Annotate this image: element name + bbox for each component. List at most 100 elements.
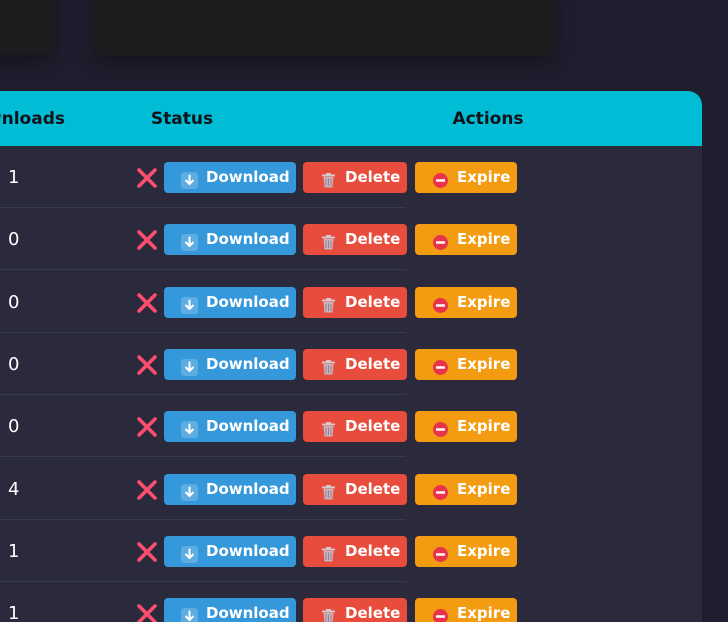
download-arrow-icon [181,418,198,439]
download-button[interactable]: Download [164,224,296,256]
download-count: 1 [8,167,20,188]
table-row: 0 Download Delete Expire [0,208,702,271]
delete-button-label: Delete [345,230,401,249]
download-arrow-icon [181,605,198,622]
download-count: 0 [8,291,20,313]
download-button-label: Download [206,479,290,498]
download-button[interactable]: Download [164,162,296,193]
delete-button[interactable]: Delete [303,162,407,193]
download-count: 4 [8,478,20,500]
table-row: 0 Download Delete Expire [0,333,702,395]
wastebasket-icon [320,543,337,562]
column-header-downloads[interactable]: wnloads [0,91,65,146]
delete-button[interactable]: Delete [303,411,407,443]
expire-button-label: Expire [457,417,511,436]
status-cross-icon [136,292,158,314]
no-entry-icon [432,605,449,622]
download-button-label: Download [206,230,290,249]
download-arrow-icon [181,543,198,563]
expire-button-label: Expire [457,479,511,498]
delete-button[interactable]: Delete [303,348,407,380]
table-header: wnloads Status Actions [0,91,702,146]
no-entry-icon [432,418,449,438]
table-row: 1 Download Delete Expire [0,146,702,208]
status-cross-icon [136,229,158,251]
download-count: 0 [8,416,20,438]
table-row: 0 Download Delete Expire [0,395,702,458]
table-row: 4 Download Delete Expire [0,458,702,520]
no-entry-icon [432,231,449,251]
delete-button[interactable]: Delete [303,286,407,318]
no-entry-icon [432,481,449,500]
delete-button-label: Delete [345,541,401,560]
download-count: 0 [8,353,20,375]
column-header-actions: Actions [452,109,524,129]
download-button-label: Download [206,354,290,373]
expire-button-label: Expire [457,604,511,622]
uploads-table: wnloads Status Actions 1 Download Delete Ex… [0,91,702,622]
stat-card-middle: 25 [93,0,556,56]
status-cross-icon [136,541,158,563]
download-button-label: Download [206,541,290,560]
download-button-label: Download [206,604,290,622]
status-cross-icon [136,167,158,189]
no-entry-icon [432,294,449,313]
wastebasket-icon [320,356,337,375]
expire-button[interactable]: Expire [415,473,517,505]
download-button-label: Download [206,168,290,186]
download-arrow-icon [181,169,198,189]
no-entry-icon [432,543,449,562]
wastebasket-icon [320,481,337,499]
expire-button-label: Expire [457,230,511,249]
download-button[interactable]: Download [164,535,296,567]
wastebasket-icon [320,605,337,622]
wastebasket-icon [320,294,337,313]
delete-button[interactable]: Delete [303,535,407,567]
table-row: 1 Download Delete Expire [0,582,702,622]
delete-button-label: Delete [345,604,401,622]
download-arrow-icon [181,294,198,314]
download-button[interactable]: Download [164,411,296,443]
delete-button[interactable]: Delete [303,473,407,505]
download-count: 0 [8,229,20,251]
stat-card-left [0,0,55,55]
expire-button[interactable]: Expire [415,411,517,443]
delete-button[interactable]: Delete [303,598,407,622]
download-arrow-icon [181,231,198,252]
download-count: 1 [8,540,20,562]
status-cross-icon [136,354,158,376]
page: 25 wnloads Status Actions 1 Download Delet… [0,0,728,622]
expire-button[interactable]: Expire [415,162,517,193]
wastebasket-icon [320,231,337,250]
table-row: 1 Download Delete Expire [0,520,702,582]
status-cross-icon [136,603,158,622]
no-entry-icon [432,169,449,188]
delete-button-label: Delete [345,479,401,498]
download-count: 1 [8,603,20,622]
delete-button[interactable]: Delete [303,224,407,256]
expire-button[interactable]: Expire [415,224,517,256]
expire-button-label: Expire [457,168,511,186]
expire-button[interactable]: Expire [415,535,517,567]
delete-button-label: Delete [345,417,401,436]
download-button-label: Download [206,292,290,311]
wastebasket-icon [320,169,337,188]
expire-button-label: Expire [457,354,511,373]
download-button[interactable]: Download [164,286,296,318]
no-entry-icon [432,356,449,375]
expire-button[interactable]: Expire [415,598,517,622]
download-button[interactable]: Download [164,598,296,622]
download-button-label: Download [206,417,290,436]
expire-button[interactable]: Expire [415,348,517,380]
expire-button[interactable]: Expire [415,286,517,318]
status-cross-icon [136,479,158,501]
delete-button-label: Delete [345,354,401,373]
table-row: 0 Download Delete Expire [0,271,702,333]
wastebasket-icon [320,418,337,437]
download-button[interactable]: Download [164,348,296,380]
expire-button-label: Expire [457,292,511,311]
delete-button-label: Delete [345,292,401,311]
column-header-status[interactable]: Status [145,91,219,146]
download-button[interactable]: Download [164,473,296,505]
status-cross-icon [136,416,158,438]
